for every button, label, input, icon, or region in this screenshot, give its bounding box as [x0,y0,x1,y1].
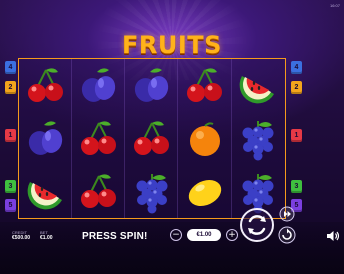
payline-badge: 4 [5,61,16,74]
cherry-icon [19,59,72,112]
spin-button[interactable] [240,208,274,242]
bet-value: €1.00 [40,235,53,241]
sound-toggle[interactable] [326,229,340,241]
bet-stepper: − €1.00 + [170,228,238,242]
plum-icon [125,59,178,112]
decrease-bet-button[interactable]: − [170,229,182,241]
game-screen: FRUITS 16:07 42135 42135 CREDIT €500.00 … [0,0,344,274]
game-title-logo: FRUITS [122,31,222,59]
bet-amount-value: €1.00 [187,229,221,241]
payline-badge: 2 [5,81,16,94]
reels-grid [18,58,286,219]
reel-3 [125,59,179,218]
fast-forward-icon [279,206,295,222]
reel-2 [72,59,126,218]
plum-icon [19,112,72,165]
status-message: PRESS SPIN! [82,231,148,242]
plum-icon [72,59,125,112]
cherry-icon [179,59,232,112]
autoplay-button[interactable] [278,226,296,244]
spin-arrows-icon [248,215,266,235]
payline-badge: 5 [5,199,16,212]
cherry-icon [72,112,125,165]
turbo-button[interactable] [279,206,295,222]
bet-display: BET €1.00 [40,230,53,241]
reel-1 [19,59,72,218]
lemon-icon [179,165,232,218]
credit-value: €500.00 [12,235,31,241]
grapes-icon [232,112,285,165]
credit-display: CREDIT €500.00 [12,230,30,241]
payline-badge: 2 [291,81,302,94]
autoplay-icon [278,226,296,244]
watermelon-icon [232,59,285,112]
reel-4 [179,59,232,218]
orange-icon [179,112,232,165]
watermelon-icon [19,165,72,218]
payline-badge: 4 [291,61,302,74]
payline-badge: 3 [5,180,16,193]
reel-5 [232,59,285,218]
cherry-icon [125,112,178,165]
payline-badge: 1 [291,129,302,142]
speaker-icon [327,231,340,241]
cherry-icon [72,165,125,218]
clock-text: 16:07 [329,3,340,8]
grapes-icon [125,165,178,218]
payline-badge: 1 [5,129,16,142]
increase-bet-button[interactable]: + [226,229,238,241]
payline-badge: 3 [291,180,302,193]
